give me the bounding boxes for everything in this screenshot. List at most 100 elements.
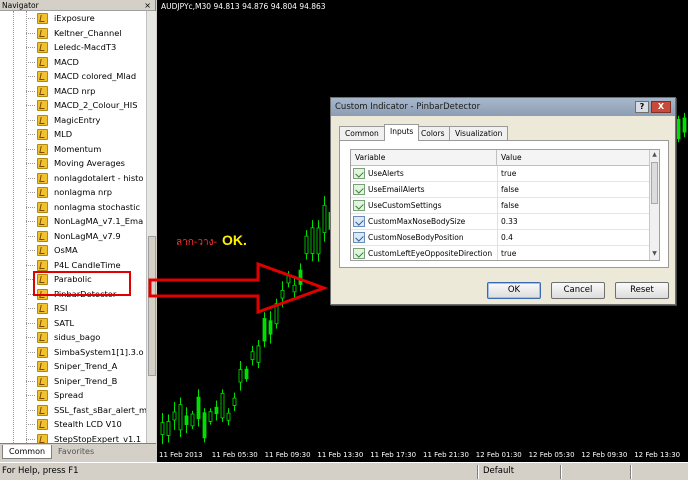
tree-line <box>26 90 35 92</box>
chart-title: AUDJPYc,M30 94.813 94.876 94.804 94.863 <box>161 2 326 11</box>
input-variable-name: CustomLeftEyeOppositeDirection <box>368 249 493 258</box>
navigator-item-label: MACD colored_Mlad <box>54 71 137 81</box>
indicator-icon <box>37 375 48 387</box>
scroll-down-icon[interactable]: ▼ <box>651 250 658 258</box>
navigator-item[interactable]: MLD <box>0 127 146 142</box>
navigator-item[interactable]: Sniper_Trend_B <box>0 374 146 389</box>
time-tick-label: 12 Feb 01:30 <box>475 451 522 459</box>
column-variable[interactable]: Variable <box>351 150 497 166</box>
status-divider <box>630 465 632 479</box>
navigator-item[interactable]: Moving Averages <box>0 156 146 171</box>
input-value[interactable]: false <box>501 182 519 198</box>
navigator-item[interactable]: RSI <box>0 301 146 316</box>
tree-line <box>26 438 35 440</box>
candle-body <box>184 415 189 426</box>
bool-icon <box>353 168 365 179</box>
navigator-item[interactable]: OsMA <box>0 243 146 258</box>
ok-button[interactable]: OK <box>487 282 541 299</box>
navigator-item[interactable]: SimbaSystem1[1].3.o <box>0 345 146 360</box>
cancel-button[interactable]: Cancel <box>551 282 605 299</box>
candle-body <box>220 392 225 419</box>
navigator-item[interactable]: iExposure <box>0 11 146 26</box>
tree-line <box>26 322 35 324</box>
navigator-item[interactable]: sidus_bago <box>0 330 146 345</box>
inputs-grid: Variable Value UseAlerts true UseEmailAler… <box>350 149 660 261</box>
input-variable-name: UseEmailAlerts <box>368 185 425 194</box>
input-row[interactable]: CustomLeftEyeOppositeDirection true <box>351 246 651 260</box>
tab-visualization[interactable]: Visualization <box>449 126 509 140</box>
scroll-up-icon[interactable]: ▲ <box>651 151 658 159</box>
input-row[interactable]: UseAlerts true <box>351 166 651 182</box>
navigator-item-label: sidus_bago <box>54 332 101 342</box>
help-icon[interactable]: ? <box>635 101 649 113</box>
navigator-item[interactable]: nonlagma stochastic <box>0 200 146 215</box>
tab-colors[interactable]: Colors <box>415 126 451 140</box>
indicator-icon <box>37 216 48 227</box>
indicator-icon <box>37 419 48 430</box>
navigator-item[interactable]: nonlagma nrp <box>0 185 146 200</box>
tab-favorites[interactable]: Favorites <box>52 445 100 459</box>
close-button[interactable]: X <box>651 101 671 113</box>
tab-inputs[interactable]: Inputs <box>384 124 420 141</box>
input-value[interactable]: false <box>501 198 519 214</box>
input-value[interactable]: true <box>501 166 516 182</box>
navigator-item[interactable]: Spread <box>0 388 146 403</box>
tree-line <box>26 250 35 251</box>
navigator-item[interactable]: SATL <box>0 316 146 331</box>
navigator-item[interactable]: P4L CandleTime <box>0 258 146 273</box>
input-value[interactable]: true <box>501 246 516 260</box>
navigator-item[interactable]: Leledc-MacdT3 <box>0 40 146 55</box>
indicator-icon <box>37 346 48 358</box>
scrollbar-thumb[interactable] <box>651 162 658 204</box>
navigator-item[interactable]: Sniper_Trend_A <box>0 359 146 374</box>
indicator-icon <box>37 42 48 53</box>
indicator-icon <box>37 404 48 416</box>
navigator-item[interactable]: Stealth LCD V10 <box>0 417 146 432</box>
navigator-item[interactable]: MACD nrp <box>0 84 146 99</box>
input-row[interactable]: UseCustomSettings false <box>351 198 651 214</box>
indicator-icon <box>37 27 48 39</box>
input-value[interactable]: 0.4 <box>501 230 513 246</box>
navigator-item-label: nonlagdotalert - histo <box>54 172 144 183</box>
input-variable-name: CustomMaxNoseBodySize <box>368 217 466 226</box>
indicator-icon <box>37 71 48 82</box>
navigator-item[interactable]: MACD colored_Mlad <box>0 69 146 84</box>
navigator-item[interactable]: MACD_2_Colour_HIS <box>0 98 146 113</box>
reset-button[interactable]: Reset <box>615 282 669 299</box>
indicator-icon <box>37 114 48 126</box>
bool-icon <box>353 200 365 211</box>
tree-line <box>26 264 35 266</box>
input-row[interactable]: CustomMaxNoseBodySize 0.33 <box>351 214 651 230</box>
navigator-item[interactable]: NonLagMA_v7.9 <box>0 229 146 244</box>
indicator-icon <box>37 390 48 401</box>
tree-line <box>26 221 35 222</box>
navigator-item[interactable]: Momentum <box>0 142 146 157</box>
navigator-item[interactable]: MagicEntry <box>0 113 146 128</box>
navigator-scrollbar[interactable] <box>146 11 156 443</box>
navigator-item[interactable]: SSL_fast_sBar_alert_m <box>0 403 146 418</box>
candle-body <box>226 412 231 421</box>
navigator-item[interactable]: Keltner_Channel <box>0 26 146 41</box>
navigator-item-label: MACD_2_Colour_HIS <box>54 100 138 110</box>
indicator-icon <box>37 317 48 329</box>
navigator-item[interactable]: NonLagMA_v7.1_Ema <box>0 214 146 229</box>
input-value[interactable]: 0.33 <box>501 214 518 230</box>
time-tick-label: 11 Feb 09:30 <box>264 451 311 459</box>
indicator-icon <box>37 201 48 213</box>
navigator-item-label: SimbaSystem1[1].3.o <box>54 346 144 357</box>
navigator-item[interactable]: nonlagdotalert - histo <box>0 171 146 186</box>
column-value[interactable]: Value <box>497 150 522 166</box>
tab-common[interactable]: Common <box>2 445 53 459</box>
close-icon[interactable]: × <box>144 0 151 11</box>
navigator-item-label: NonLagMA_v7.1_Ema <box>54 216 144 226</box>
input-row[interactable]: CustomNoseBodyPosition 0.4 <box>351 230 651 246</box>
navigator-item[interactable]: StepStopExpert_v1.1 <box>0 432 146 443</box>
tree-line <box>26 61 35 63</box>
status-divider <box>477 465 479 479</box>
navigator-item-label: Momentum <box>54 143 102 154</box>
time-axis: 11 Feb 2013 11 Feb 05:30 11 Feb 09:30 11 Fe… <box>157 448 688 462</box>
tab-common[interactable]: Common <box>339 126 385 140</box>
input-row[interactable]: UseEmailAlerts false <box>351 182 651 198</box>
navigator-item[interactable]: MACD <box>0 55 146 70</box>
grid-scrollbar[interactable]: ▲ ▼ <box>649 150 659 260</box>
